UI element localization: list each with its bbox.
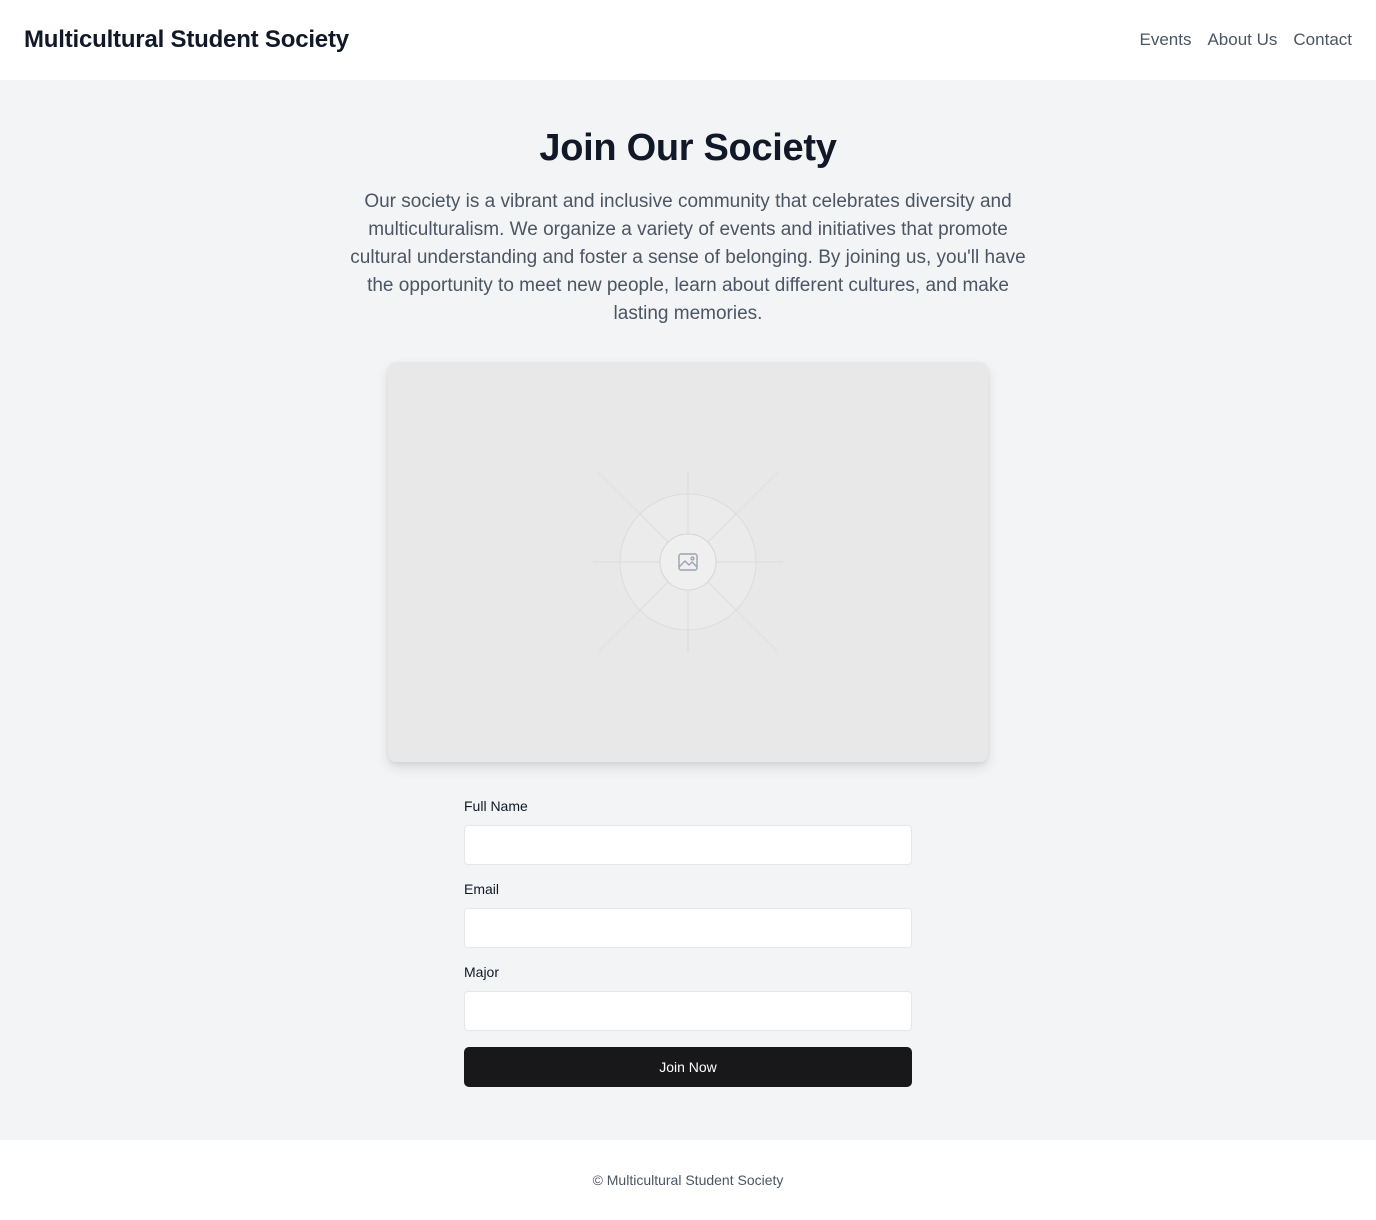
join-form: Full Name Email Major Join Now bbox=[464, 798, 912, 1087]
page-description: Our society is a vibrant and inclusive c… bbox=[350, 191, 1026, 324]
page-title: Join Our Society bbox=[539, 127, 837, 169]
email-input[interactable] bbox=[464, 908, 912, 948]
hero-image-placeholder bbox=[388, 362, 988, 762]
nav-link-events[interactable]: Events bbox=[1139, 30, 1191, 50]
nav-link-about-us[interactable]: About Us bbox=[1207, 30, 1277, 50]
major-input[interactable] bbox=[464, 991, 912, 1031]
main-nav: Events About Us Contact bbox=[1139, 30, 1352, 50]
major-group: Major bbox=[464, 964, 912, 1031]
site-footer: © Multicultural Student Society bbox=[0, 1140, 1376, 1220]
nav-link-contact[interactable]: Contact bbox=[1293, 30, 1352, 50]
email-label: Email bbox=[464, 881, 500, 897]
site-header: Multicultural Student Society Events Abo… bbox=[0, 0, 1376, 80]
full-name-input[interactable] bbox=[464, 825, 912, 865]
site-brand[interactable]: Multicultural Student Society bbox=[24, 26, 349, 54]
full-name-group: Full Name bbox=[464, 798, 912, 865]
join-now-button[interactable]: Join Now bbox=[464, 1047, 912, 1087]
image-placeholder-icon bbox=[593, 471, 783, 653]
footer-copyright: © Multicultural Student Society bbox=[592, 1172, 784, 1188]
full-name-label: Full Name bbox=[464, 798, 528, 814]
main-content: Join Our Society Our society is a vibran… bbox=[0, 80, 1376, 1140]
major-label: Major bbox=[464, 964, 500, 980]
email-group: Email bbox=[464, 881, 912, 948]
